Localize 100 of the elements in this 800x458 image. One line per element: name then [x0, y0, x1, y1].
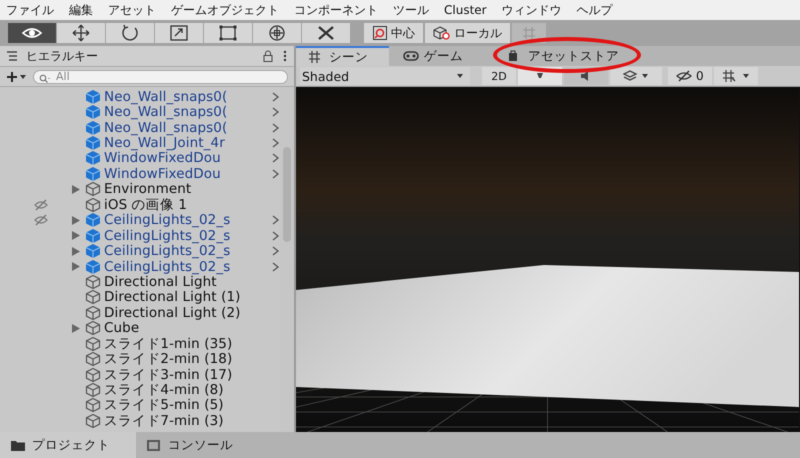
pivot-button[interactable]: 中心	[364, 23, 423, 43]
object-name: Neo_Wall_snaps0(	[104, 88, 228, 105]
prefab-cube-icon	[85, 166, 101, 182]
custom-tool-button[interactable]	[302, 23, 350, 43]
object-name: Neo_Wall_snaps0(	[104, 120, 228, 136]
prefab-cube-icon	[85, 228, 101, 244]
chevron-right-icon	[272, 168, 280, 179]
lock-icon[interactable]	[262, 50, 274, 62]
object-name: スライド2-min (18)	[104, 350, 234, 368]
object-name: CeilingLights_02_s	[104, 228, 232, 244]
rotate-tool-button[interactable]	[106, 23, 154, 43]
cube-icon	[85, 289, 101, 306]
cube-icon	[85, 320, 101, 336]
object-name: スライド4-min (8)	[104, 381, 225, 398]
cube-icon	[85, 274, 101, 290]
cube-icon	[85, 336, 101, 352]
hierarchy-item[interactable]: Neo_Wall_snaps0(	[70, 89, 280, 104]
menu-item[interactable]: コンポーネント	[294, 2, 378, 18]
gizmos-dropdown[interactable]	[714, 67, 758, 85]
hierarchy-item[interactable]: Directional Light (1)	[70, 290, 280, 306]
hierarchy-item[interactable]: スライド7-min (3)	[70, 413, 280, 429]
pivot-icon	[372, 25, 388, 41]
object-name: Directional Light (2)	[104, 304, 242, 321]
2d-toggle-button[interactable]: 2D	[482, 67, 516, 85]
menu-item[interactable]: ファイル	[6, 2, 54, 18]
hierarchy-item[interactable]: CeilingLights_02_s	[70, 243, 280, 259]
object-name: Directional Light	[104, 274, 217, 290]
hierarchy-item[interactable]: WindowFixedDou	[70, 150, 280, 166]
prefab-cube-icon	[85, 150, 101, 166]
hierarchy-item[interactable]: Directional Light	[70, 274, 280, 290]
prefab-cube-icon	[85, 120, 101, 136]
console-icon	[146, 438, 162, 452]
cube-icon	[85, 304, 101, 321]
object-name: iOS の画像 1	[104, 196, 188, 214]
menu-item[interactable]: アセット	[108, 2, 156, 18]
hierarchy-item[interactable]: Neo_Wall_snaps0(	[70, 120, 280, 136]
object-name: スライド3-min (17)	[104, 366, 234, 384]
menu-item[interactable]: ツール	[393, 2, 429, 18]
hierarchy-item[interactable]: Neo_Wall_snaps0(	[70, 104, 280, 120]
object-name: Environment	[104, 181, 192, 198]
object-name: Neo_Wall_snaps0(	[104, 104, 228, 120]
object-name: Cube	[104, 320, 140, 336]
hierarchy-item[interactable]: Directional Light (2)	[70, 305, 280, 321]
grid-icon	[522, 26, 536, 40]
hierarchy-item[interactable]: iOS の画像 1	[70, 197, 280, 212]
add-button[interactable]	[6, 70, 27, 82]
cube-icon	[85, 351, 101, 368]
hierarchy-item[interactable]: WindowFixedDou	[70, 166, 280, 182]
caret-icon	[641, 73, 649, 79]
hierarchy-item[interactable]: Environment	[70, 182, 280, 198]
menu-item[interactable]: Cluster	[444, 3, 487, 17]
hierarchy-item[interactable]: スライド4-min (8)	[70, 382, 280, 398]
layers-icon	[623, 70, 637, 82]
search-field[interactable]: All	[33, 70, 288, 84]
menu-item[interactable]: ヘルプ	[576, 2, 613, 18]
transform-tool-button[interactable]	[253, 23, 301, 43]
scale-tool-button[interactable]	[155, 23, 203, 43]
object-name: Directional Light (1)	[104, 289, 242, 306]
rect-tool-button[interactable]	[204, 23, 252, 43]
chevron-right-icon	[272, 230, 280, 241]
prefab-cube-icon	[85, 104, 101, 120]
more-icon[interactable]	[282, 50, 288, 62]
chevron-right-icon	[272, 122, 280, 133]
chevron-right-icon	[272, 215, 280, 226]
caret-icon	[456, 73, 464, 79]
hierarchy-item[interactable]: スライド2-min (18)	[70, 351, 280, 367]
list-icon	[6, 51, 18, 61]
menu-item[interactable]: ゲームオブジェクト	[171, 2, 279, 18]
view-tool-button[interactable]	[8, 23, 56, 43]
scale-icon	[168, 23, 190, 43]
prefab-cube-icon	[85, 258, 101, 275]
shading-dropdown[interactable]: Shaded	[300, 67, 470, 85]
move-icon	[70, 23, 92, 43]
hierarchy-item[interactable]: スライド5-min (5)	[70, 398, 280, 414]
space-button[interactable]: ローカル	[425, 23, 510, 43]
hidden-objects-toggle[interactable]: 0	[668, 67, 712, 85]
hierarchy-item[interactable]: スライド3-min (17)	[70, 366, 280, 382]
hierarchy-item[interactable]: スライド1-min (35)	[70, 336, 280, 352]
object-name: WindowFixedDou	[104, 150, 221, 166]
object-name: CeilingLights_02_s	[104, 212, 232, 228]
panel-tab[interactable]: プロジェクト	[0, 432, 136, 458]
hierarchy-item[interactable]: Neo_Wall_Joint_4r	[70, 135, 280, 151]
folder-icon	[10, 438, 26, 452]
hierarchy-item[interactable]: Cube	[70, 320, 280, 336]
menu-item[interactable]: ウィンドウ	[502, 2, 562, 18]
hierarchy-item[interactable]: CeilingLights_02_s	[70, 228, 280, 244]
plus-icon	[6, 70, 18, 82]
menu-item[interactable]: 編集	[69, 2, 93, 18]
view-tab[interactable]: シーン	[296, 46, 389, 66]
hidden-eye-icon	[676, 70, 692, 82]
effects-dropdown[interactable]	[610, 67, 662, 85]
hierarchy-item[interactable]: CeilingLights_02_s	[70, 212, 280, 228]
object-name: CeilingLights_02_s	[104, 258, 232, 275]
prefab-cube-icon	[85, 212, 101, 228]
hierarchy-item[interactable]: CeilingLights_02_s	[70, 258, 280, 274]
chevron-right-icon	[272, 262, 280, 272]
object-name: スライド5-min (5)	[104, 396, 225, 414]
move-tool-button[interactable]	[57, 23, 105, 43]
object-name: スライド7-min (3)	[104, 412, 225, 430]
prefab-cube-icon	[85, 243, 101, 260]
